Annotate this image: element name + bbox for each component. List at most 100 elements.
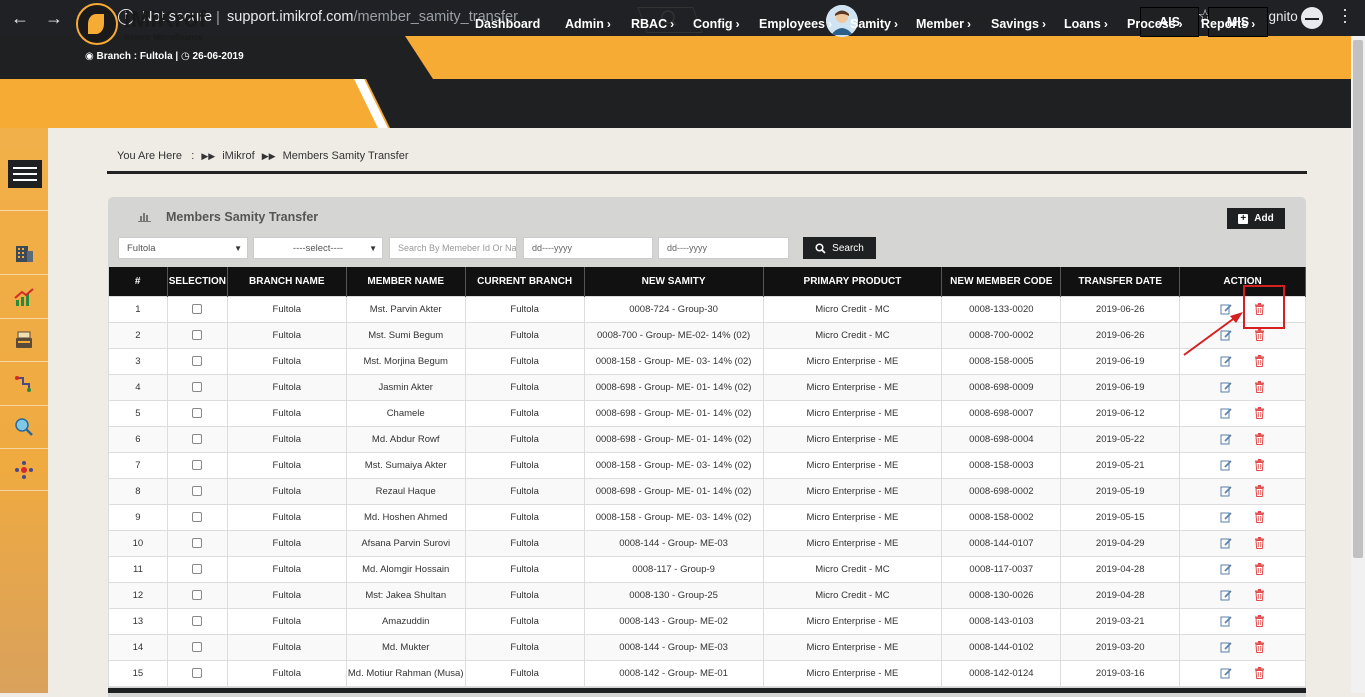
current-branch: Fultola <box>464 451 585 479</box>
new-member-code: 0008-143-0103 <box>941 607 1062 635</box>
new-samity: 0008-142 - Group- ME-01 <box>583 659 764 687</box>
edit-icon[interactable] <box>1220 563 1232 575</box>
selection-checkbox[interactable] <box>192 563 203 574</box>
date-from-input[interactable]: dd----yyyy <box>523 237 653 259</box>
delete-icon[interactable] <box>1254 459 1265 471</box>
delete-icon[interactable] <box>1254 537 1265 549</box>
edit-icon[interactable] <box>1220 589 1232 601</box>
selection-checkbox[interactable] <box>192 511 203 522</box>
nav-reports[interactable]: Reports › <box>1201 17 1255 31</box>
selection-checkbox[interactable] <box>192 459 203 470</box>
browser-menu-icon[interactable]: · · · <box>1340 0 1350 30</box>
sidebar-divider <box>0 318 48 319</box>
selection-checkbox[interactable] <box>192 615 203 626</box>
row-number: 4 <box>108 373 168 401</box>
samity-select[interactable]: ----select---- ▼ <box>253 237 383 259</box>
delete-icon[interactable] <box>1254 563 1265 575</box>
delete-icon[interactable] <box>1254 433 1265 445</box>
edit-icon[interactable] <box>1220 641 1232 653</box>
nav-admin[interactable]: Admin › <box>565 17 611 31</box>
scrollbar-thumb[interactable] <box>1353 40 1363 558</box>
nav-member[interactable]: Member › <box>916 17 971 31</box>
menu-toggle-icon[interactable] <box>8 160 42 188</box>
branch-name: Fultola <box>226 581 347 609</box>
delete-icon[interactable] <box>1254 667 1265 679</box>
nav-label: Loans <box>1064 17 1101 31</box>
forward-arrow-icon[interactable]: → <box>43 7 65 29</box>
selection-checkbox[interactable] <box>192 433 203 444</box>
selection-checkbox[interactable] <box>192 667 203 678</box>
selection-checkbox[interactable] <box>192 355 203 366</box>
transfer-date: 2019-06-12 <box>1060 399 1181 427</box>
selection-checkbox[interactable] <box>192 407 203 418</box>
breadcrumb-home[interactable]: iMikrof <box>222 150 254 162</box>
incognito-icon[interactable] <box>1301 7 1323 29</box>
search-button[interactable]: Search <box>803 237 876 259</box>
edit-icon[interactable] <box>1220 537 1232 549</box>
selection-checkbox[interactable] <box>192 589 203 600</box>
delete-icon[interactable] <box>1254 615 1265 627</box>
edit-icon[interactable] <box>1220 407 1232 419</box>
delete-icon[interactable] <box>1254 641 1265 653</box>
delete-icon[interactable] <box>1254 485 1265 497</box>
logo-name[interactable]: iMiKrof <box>124 6 207 33</box>
delete-icon[interactable] <box>1254 407 1265 419</box>
nav-savings[interactable]: Savings › <box>991 17 1046 31</box>
branch-select[interactable]: Fultola ▼ <box>118 237 248 259</box>
nav-employees[interactable]: Employees › <box>759 17 832 31</box>
new-member-code: 0008-133-0020 <box>941 295 1062 323</box>
edit-icon[interactable] <box>1220 485 1232 497</box>
delete-icon[interactable] <box>1254 355 1265 367</box>
url-separator: | <box>216 9 220 26</box>
member-search-input[interactable]: Search By Memeber Id Or Name <box>389 237 517 259</box>
nav-process[interactable]: Process › <box>1127 17 1183 31</box>
add-button[interactable]: + Add <box>1227 208 1285 229</box>
transfer-table: # SELECTION BRANCH NAME MEMBER NAME CURR… <box>108 267 1306 687</box>
new-samity: 0008-158 - Group- ME- 03- 14% (02) <box>583 347 764 375</box>
member-name: Afsana Parvin Surovi <box>345 529 466 557</box>
nav-config[interactable]: Config › <box>693 17 740 31</box>
selection-cell <box>166 555 228 583</box>
new-member-code: 0008-698-0007 <box>941 399 1062 427</box>
nav-samity[interactable]: Samity › <box>850 17 898 31</box>
selection-checkbox[interactable] <box>192 329 203 340</box>
sidebar-divider <box>0 405 48 406</box>
current-branch: Fultola <box>464 295 585 323</box>
add-label: Add <box>1254 213 1274 224</box>
selection-checkbox[interactable] <box>192 485 203 496</box>
delete-icon[interactable] <box>1254 589 1265 601</box>
back-arrow-icon[interactable]: ← <box>9 7 31 29</box>
cash-register-icon[interactable] <box>13 329 35 351</box>
delete-icon[interactable] <box>1254 511 1265 523</box>
edit-icon[interactable] <box>1220 381 1232 393</box>
dropdown-caret-icon: ▼ <box>369 243 377 253</box>
selection-checkbox[interactable] <box>192 537 203 548</box>
date-to-input[interactable]: dd----yyyy <box>658 237 789 259</box>
transfer-date: 2019-06-26 <box>1060 321 1181 349</box>
selection-checkbox[interactable] <box>192 381 203 392</box>
building-icon[interactable] <box>13 242 35 264</box>
selection-checkbox[interactable] <box>192 303 203 314</box>
nav-loans[interactable]: Loans › <box>1064 17 1108 31</box>
delete-icon[interactable] <box>1254 381 1265 393</box>
nav-rbac[interactable]: RBAC › <box>631 17 674 31</box>
transfer-icon[interactable] <box>13 373 35 395</box>
logo-icon[interactable] <box>76 3 118 45</box>
search-people-icon[interactable] <box>13 416 35 438</box>
chevron-right-icon: › <box>1251 17 1256 31</box>
selection-cell <box>166 633 228 661</box>
current-branch: Fultola <box>464 529 585 557</box>
top-header: ◉ Branch : Fultola | ◷ 26-06-2019 <box>0 36 1351 79</box>
dropdown-caret-icon: ▼ <box>234 243 242 253</box>
delete-icon[interactable] <box>1254 329 1265 341</box>
network-icon[interactable] <box>13 459 35 481</box>
edit-icon[interactable] <box>1220 433 1232 445</box>
edit-icon[interactable] <box>1220 459 1232 471</box>
edit-icon[interactable] <box>1220 667 1232 679</box>
nav-dashboard[interactable]: Dashboard <box>475 17 540 31</box>
growth-chart-icon[interactable] <box>13 286 35 308</box>
edit-icon[interactable] <box>1220 511 1232 523</box>
edit-icon[interactable] <box>1220 615 1232 627</box>
selection-checkbox[interactable] <box>192 641 203 652</box>
page-scrollbar[interactable] <box>1351 36 1365 693</box>
